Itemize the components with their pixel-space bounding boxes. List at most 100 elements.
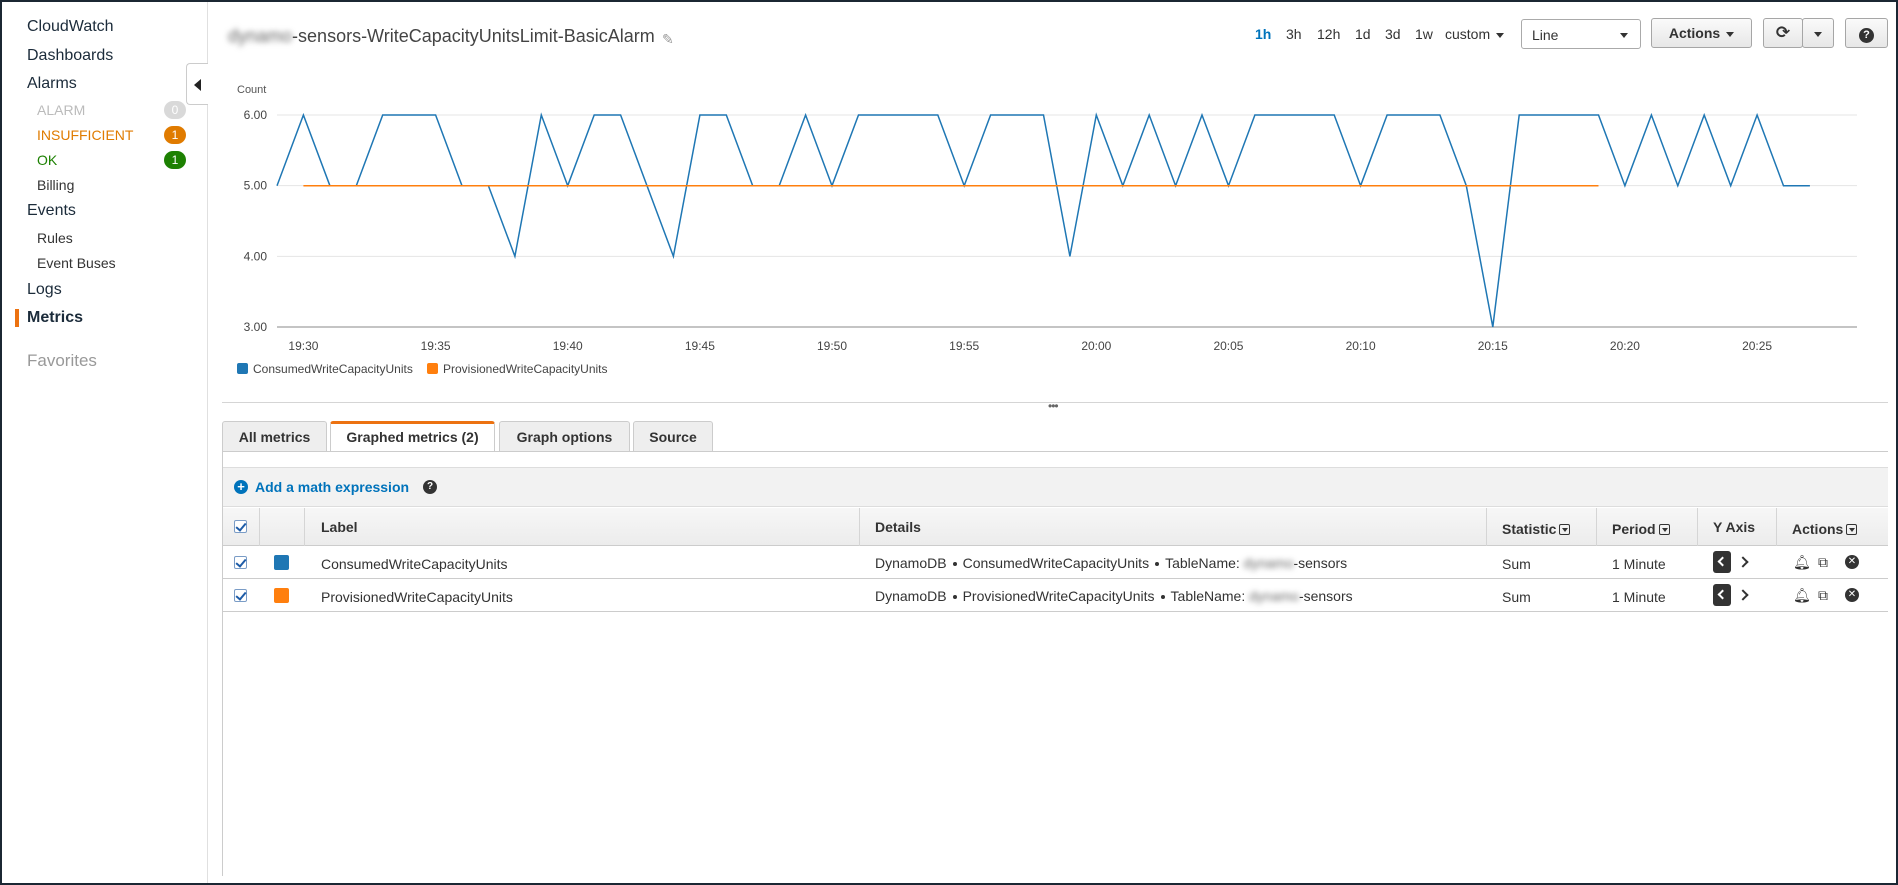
graph-type-value: Line: [1532, 27, 1559, 43]
dimension-key: TableName:: [1165, 555, 1240, 571]
select-all-checkbox[interactable]: [234, 520, 247, 533]
x-tick-label: 20:25: [1742, 339, 1772, 353]
bell-icon[interactable]: 🔔︎: [1793, 555, 1811, 569]
nav-ok-state[interactable]: OK: [37, 152, 57, 168]
tab-graphed-metrics[interactable]: Graphed metrics (2): [330, 421, 495, 452]
dimension-redacted: dynamo: [1243, 555, 1294, 571]
x-tick-label: 20:15: [1478, 339, 1508, 353]
chevron-down-icon: [1726, 31, 1735, 37]
y-axis-left-button[interactable]: [1713, 584, 1731, 606]
y-axis-left-button[interactable]: [1713, 551, 1731, 573]
actions-button[interactable]: Actions: [1651, 18, 1752, 48]
nav-metrics[interactable]: Metrics: [27, 309, 83, 327]
series-color-swatch[interactable]: [274, 588, 289, 603]
math-expression-bar: [223, 467, 1888, 507]
graph-type-select[interactable]: Line: [1521, 19, 1641, 49]
column-header-period[interactable]: Period: [1612, 521, 1670, 537]
column-header-yaxis: Y Axis: [1713, 519, 1756, 535]
refresh-icon: ⟳: [1775, 23, 1791, 42]
close-icon[interactable]: ✕: [1845, 588, 1859, 602]
duplicate-icon[interactable]: ⧉: [1818, 555, 1828, 569]
series-line-consumed: [276, 112, 1810, 328]
duplicate-icon[interactable]: ⧉: [1818, 588, 1828, 602]
nav-favorites: Favorites: [27, 351, 97, 370]
add-math-expression-link[interactable]: Add a math expression: [255, 479, 409, 495]
separator-dot: [952, 562, 957, 567]
chevron-down-icon: [1814, 31, 1822, 37]
custom-label: custom: [1445, 26, 1491, 42]
period-value[interactable]: 1 Minute: [1612, 589, 1666, 605]
y-tick-label: 6.00: [244, 108, 268, 122]
legend-provisioned[interactable]: ProvisionedWriteCapacityUnits: [443, 362, 608, 376]
tab-graph-options[interactable]: Graph options: [499, 421, 630, 451]
y-axis-label: Count: [237, 84, 266, 96]
alarm-title: dynamo-sensors-WriteCapacityUnitsLimit-B…: [228, 26, 655, 47]
collapse-sidebar-button[interactable]: [186, 63, 208, 105]
nav-logs[interactable]: Logs: [27, 281, 62, 299]
nav-cloudwatch[interactable]: CloudWatch: [27, 18, 114, 36]
nav-dashboards[interactable]: Dashboards: [27, 47, 113, 65]
x-tick-label: 19:30: [288, 339, 318, 353]
legend-swatch-consumed: [237, 363, 248, 374]
row-checkbox[interactable]: [234, 589, 247, 602]
nav-alarms[interactable]: Alarms: [27, 75, 77, 93]
nav-alarm-state[interactable]: ALARM: [37, 102, 85, 118]
range-1w[interactable]: 1w: [1415, 26, 1433, 42]
period-value[interactable]: 1 Minute: [1612, 556, 1666, 572]
x-tick-label: 19:50: [817, 339, 847, 353]
series-color-swatch[interactable]: [274, 555, 289, 570]
active-nav-indicator: [15, 309, 19, 327]
close-icon[interactable]: ✕: [1845, 555, 1859, 569]
help-icon: ?: [1859, 28, 1874, 43]
x-tick-label: 20:20: [1610, 339, 1640, 353]
edit-pencil-icon[interactable]: ✎: [662, 31, 674, 48]
statistic-value[interactable]: Sum: [1502, 589, 1531, 605]
nav-insufficient-state[interactable]: INSUFFICIENT: [37, 127, 133, 143]
legend-consumed[interactable]: ConsumedWriteCapacityUnits: [253, 362, 413, 376]
tab-all-metrics[interactable]: All metrics: [222, 421, 327, 451]
metric-label[interactable]: ProvisionedWriteCapacityUnits: [321, 589, 513, 605]
title-redacted: dynamo: [228, 26, 293, 46]
metric-details: DynamoDB ConsumedWriteCapacityUnits TableN…: [875, 555, 1347, 571]
range-1d[interactable]: 1d: [1355, 26, 1371, 42]
column-header-details[interactable]: Details: [875, 519, 921, 535]
column-header-label[interactable]: Label: [321, 519, 358, 535]
range-custom-dropdown[interactable]: custom: [1445, 26, 1505, 42]
nav-billing[interactable]: Billing: [37, 177, 74, 193]
range-1h[interactable]: 1h: [1255, 26, 1271, 42]
column-header-actions: Actions: [1792, 521, 1858, 537]
separator-dot: [952, 595, 957, 600]
refresh-button[interactable]: ⟳: [1763, 18, 1803, 48]
refresh-options-button[interactable]: [1802, 18, 1834, 48]
metric-label[interactable]: ConsumedWriteCapacityUnits: [321, 556, 507, 572]
tab-source[interactable]: Source: [633, 421, 713, 451]
column-header-statistic[interactable]: Statistic: [1502, 521, 1571, 537]
metric-details: DynamoDB ProvisionedWriteCapacityUnits Tab…: [875, 588, 1353, 604]
range-12h[interactable]: 12h: [1317, 26, 1340, 42]
dimension-value: -sensors: [1298, 588, 1353, 604]
sort-dropdown-icon[interactable]: [1559, 523, 1571, 535]
statistic-value[interactable]: Sum: [1502, 556, 1531, 572]
column-separator: [1776, 508, 1777, 546]
nav-event-buses[interactable]: Event Buses: [37, 255, 116, 271]
sort-dropdown-icon[interactable]: [1658, 523, 1670, 535]
range-3d[interactable]: 3d: [1385, 26, 1401, 42]
column-separator: [1697, 508, 1698, 546]
actions-header-label: Actions: [1792, 521, 1844, 537]
column-separator: [304, 508, 305, 546]
range-3h[interactable]: 3h: [1286, 26, 1302, 42]
bell-icon[interactable]: 🔔︎: [1793, 588, 1811, 602]
row-checkbox[interactable]: [234, 556, 247, 569]
nav-events[interactable]: Events: [27, 202, 76, 220]
separator-dot: [1155, 562, 1160, 567]
y-tick-label: 4.00: [244, 249, 268, 263]
nav-rules[interactable]: Rules: [37, 230, 73, 246]
sort-dropdown-icon[interactable]: [1846, 523, 1858, 535]
help-button[interactable]: ?: [1845, 18, 1888, 48]
drag-handle-icon[interactable]: •••: [1048, 399, 1059, 413]
x-tick-label: 20:10: [1346, 339, 1376, 353]
help-icon[interactable]: ?: [423, 480, 437, 494]
x-tick-label: 19:35: [421, 339, 451, 353]
plus-circle-icon[interactable]: +: [234, 480, 248, 494]
namespace: DynamoDB: [875, 588, 947, 604]
